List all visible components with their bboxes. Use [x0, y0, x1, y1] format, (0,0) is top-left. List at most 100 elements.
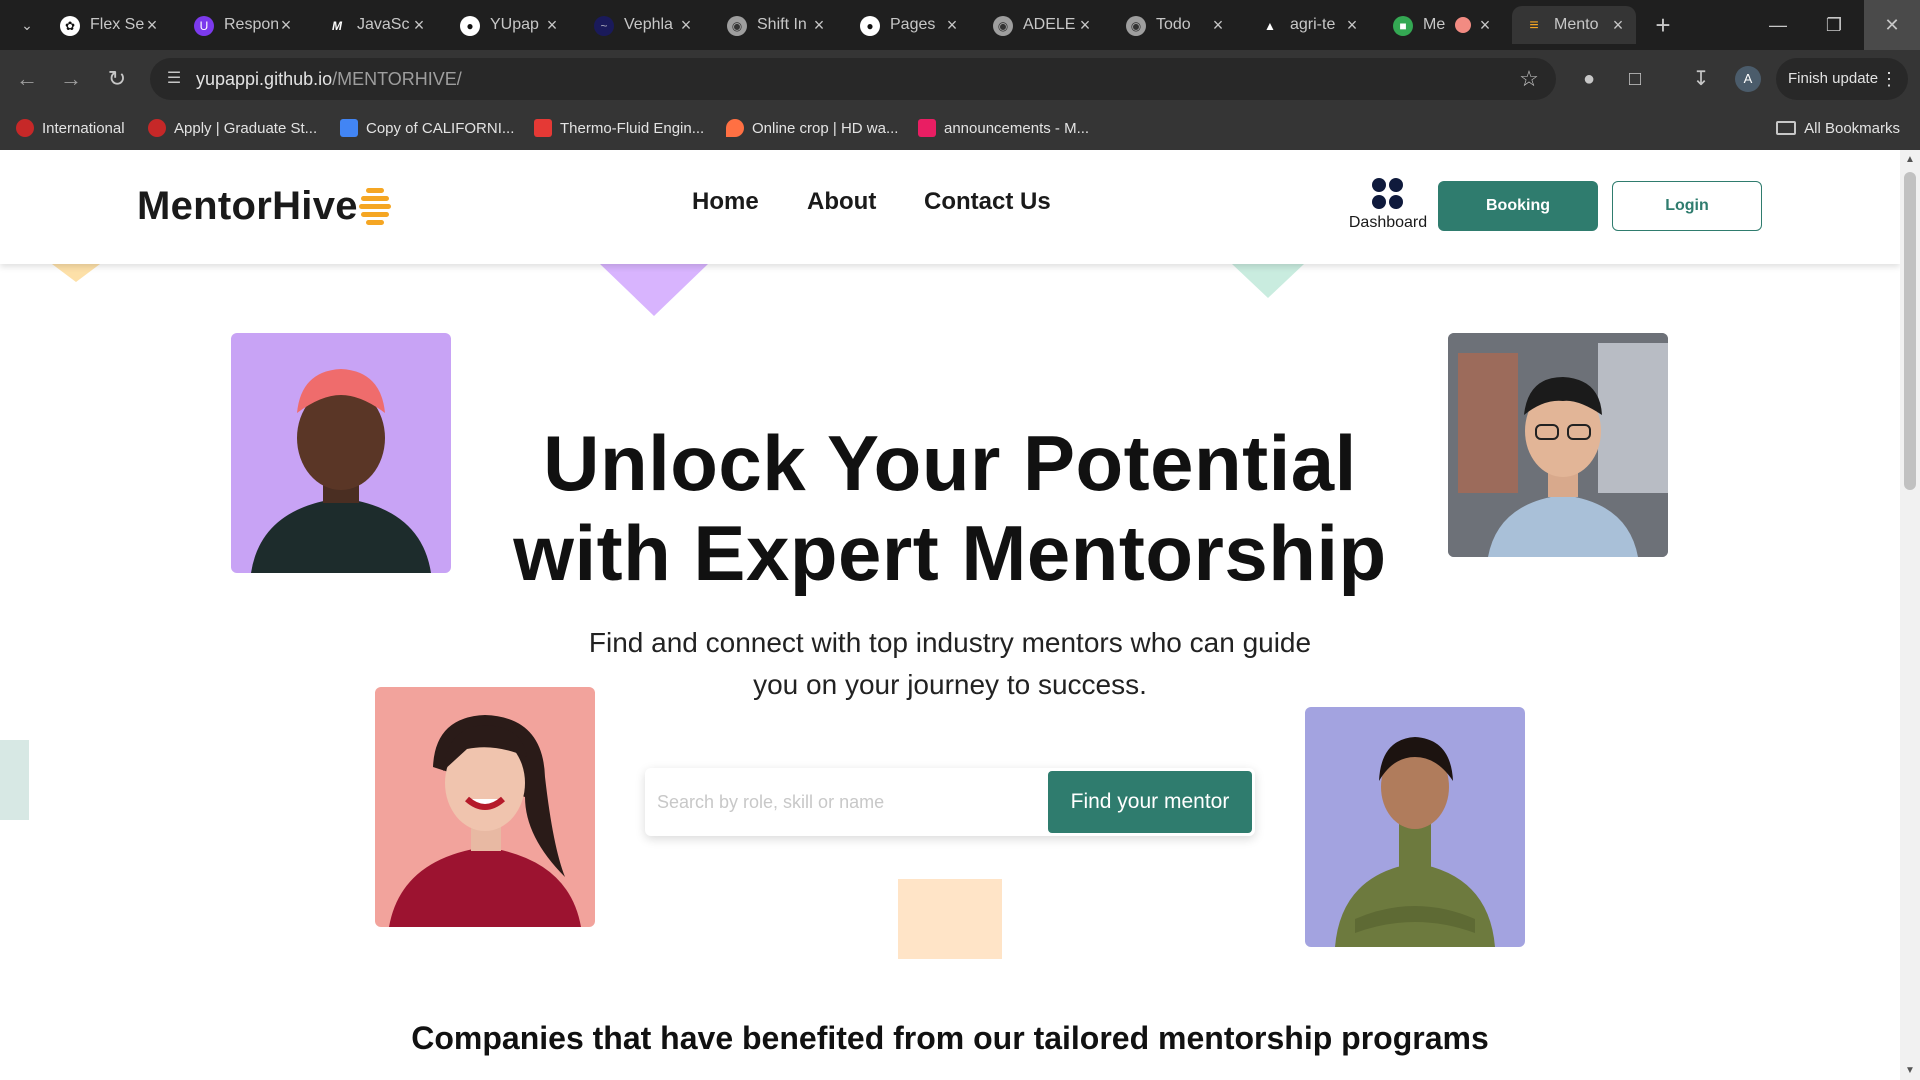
new-tab-button[interactable]: + — [1650, 6, 1676, 44]
scroll-up-arrow-icon[interactable]: ▲ — [1905, 154, 1915, 165]
nav-contact-us[interactable]: Contact Us — [924, 188, 1051, 216]
browser-tab[interactable]: M JavaSc × — [327, 6, 429, 44]
login-button[interactable]: Login — [1612, 181, 1762, 231]
bookmarks-bar: International Apply | Graduate St... Cop… — [0, 108, 1920, 150]
menu-dots-icon[interactable]: ⋮ — [1880, 58, 1898, 100]
tab-search-chevron-icon[interactable]: ⌄ — [14, 12, 40, 38]
meet-icon: ■ — [1393, 16, 1413, 36]
globe-icon: ◉ — [993, 16, 1013, 36]
nav-about[interactable]: About — [807, 188, 876, 216]
restore-icon[interactable]: ❐ — [1806, 0, 1862, 50]
tab-close-icon[interactable]: × — [1075, 6, 1095, 44]
docs-icon — [340, 118, 358, 137]
browser-tab-strip: ⌄ ✿ Flex Se × U Respon × M JavaSc × ● YU… — [0, 0, 1920, 50]
back-arrow-icon[interactable]: ← — [12, 64, 42, 94]
brand-logo[interactable]: MentorHive — [137, 184, 358, 229]
site-header: MentorHive Home About Contact Us Dashboa… — [0, 150, 1900, 264]
bookmark-item[interactable]: announcements - M... — [918, 108, 1089, 150]
browser-tab[interactable]: ◉ Shift In × — [727, 6, 829, 44]
browser-tab[interactable]: ◉ ADELE × — [993, 6, 1095, 44]
scrollbar-thumb[interactable] — [1904, 172, 1916, 490]
dashboard-grid-icon — [1372, 178, 1404, 210]
finish-update-button[interactable]: Finish update ⋮ — [1776, 58, 1908, 100]
hive-logo-icon — [359, 188, 391, 225]
browser-tab[interactable]: ■ Me × — [1393, 6, 1495, 44]
tab-close-icon[interactable]: × — [1208, 6, 1228, 44]
mentor-portrait-illustration — [1448, 333, 1668, 557]
decorative-square — [898, 879, 1002, 959]
globe-icon: ◉ — [727, 16, 747, 36]
mentor-photo — [375, 687, 595, 927]
mentorhive-icon: ≡ — [1529, 17, 1539, 34]
tab-close-icon[interactable]: × — [142, 6, 162, 44]
recording-icon — [1455, 17, 1471, 33]
tab-close-icon[interactable]: × — [809, 6, 829, 44]
tab-close-icon[interactable]: × — [1475, 6, 1495, 44]
hero-subtitle: Find and connect with top industry mento… — [588, 627, 1312, 700]
tab-close-icon[interactable]: × — [1342, 6, 1362, 44]
download-icon[interactable]: ↧ — [1686, 64, 1716, 94]
address-bar[interactable]: ☰ yupappi.github.io/MENTORHIVE/ ☆ — [150, 58, 1556, 100]
extensions-puzzle-icon[interactable]: □ — [1620, 64, 1650, 94]
dashboard-link[interactable]: Dashboard — [1338, 178, 1438, 232]
openai-icon: ✿ — [60, 16, 80, 36]
mentor-portrait-illustration — [251, 369, 431, 573]
mentor-portrait-illustration — [1335, 737, 1495, 947]
decorative-square — [0, 740, 29, 820]
find-your-mentor-button[interactable]: Find your mentor — [1048, 771, 1252, 833]
slack-icon — [918, 118, 936, 137]
mentor-photo — [1305, 707, 1525, 947]
bookmark-favicon-icon — [16, 118, 34, 137]
flame-icon — [726, 118, 744, 137]
browser-toolbar: ← → ↻ ☰ yupappi.github.io/MENTORHIVE/ ☆ … — [0, 50, 1920, 108]
tab-close-icon[interactable]: × — [276, 6, 296, 44]
tab-close-icon[interactable]: × — [542, 6, 562, 44]
tab-close-icon[interactable]: × — [409, 6, 429, 44]
decorative-triangle — [1232, 264, 1304, 298]
browser-tab[interactable]: ● YUpap × — [460, 6, 562, 44]
browser-tab[interactable]: U Respon × — [194, 6, 296, 44]
u-icon: U — [194, 16, 214, 36]
browser-tab[interactable]: ● Pages × — [860, 6, 962, 44]
nav-home[interactable]: Home — [692, 188, 759, 216]
url-text[interactable]: yupappi.github.io/MENTORHIVE/ — [196, 58, 462, 100]
mentor-photo — [231, 333, 451, 573]
tab-close-icon[interactable]: × — [676, 6, 696, 44]
companies-heading: Companies that have benefited from our t… — [411, 1020, 1489, 1056]
booking-button[interactable]: Booking — [1438, 181, 1598, 231]
bookmark-item[interactable]: Thermo-Fluid Engin... — [534, 108, 704, 150]
bookmark-star-icon[interactable]: ☆ — [1514, 64, 1544, 94]
window-close-icon[interactable]: ✕ — [1864, 0, 1920, 50]
scroll-down-arrow-icon[interactable]: ▼ — [1905, 1065, 1915, 1076]
mentor-search-input[interactable] — [657, 778, 1047, 826]
browser-tab[interactable]: ✿ Flex Se × — [60, 6, 162, 44]
github-icon: ● — [460, 16, 480, 36]
browser-tab[interactable]: ~ Vephla × — [594, 6, 696, 44]
vephla-icon: ~ — [594, 16, 614, 36]
all-bookmarks-button[interactable]: All Bookmarks — [1776, 108, 1900, 150]
reload-icon[interactable]: ↻ — [102, 64, 132, 94]
forward-arrow-icon[interactable]: → — [56, 64, 86, 94]
bookmark-item[interactable]: Copy of CALIFORNI... — [340, 108, 514, 150]
m-icon: M — [332, 19, 342, 33]
minimize-icon[interactable]: — — [1750, 0, 1806, 50]
vercel-icon: ▲ — [1264, 19, 1276, 33]
tab-close-icon[interactable]: × — [942, 6, 962, 44]
bookmark-item[interactable]: International — [16, 108, 125, 150]
folder-icon — [1776, 120, 1797, 135]
globe-icon: ◉ — [1126, 16, 1146, 36]
browser-tab[interactable]: ◉ Todo × — [1126, 6, 1228, 44]
mentor-search-form: Find your mentor — [645, 768, 1255, 836]
page-viewport: MentorHive Home About Contact Us Dashboa… — [0, 150, 1900, 1080]
browser-tab-active[interactable]: ≡ Mento × — [1512, 6, 1636, 44]
bookmark-item[interactable]: Apply | Graduate St... — [148, 108, 317, 150]
site-info-icon[interactable]: ☰ — [162, 67, 186, 91]
profile-avatar[interactable]: A — [1735, 66, 1761, 92]
tab-close-icon[interactable]: × — [1608, 6, 1628, 44]
mentor-photo — [1448, 333, 1668, 557]
extension-lock-icon[interactable]: ● — [1574, 64, 1604, 94]
bookmark-item[interactable]: Online crop | HD wa... — [726, 108, 898, 150]
github-icon: ● — [860, 16, 880, 36]
page-scrollbar[interactable]: ▲ ▼ — [1900, 150, 1920, 1080]
browser-tab[interactable]: ▲ agri-te × — [1260, 6, 1362, 44]
